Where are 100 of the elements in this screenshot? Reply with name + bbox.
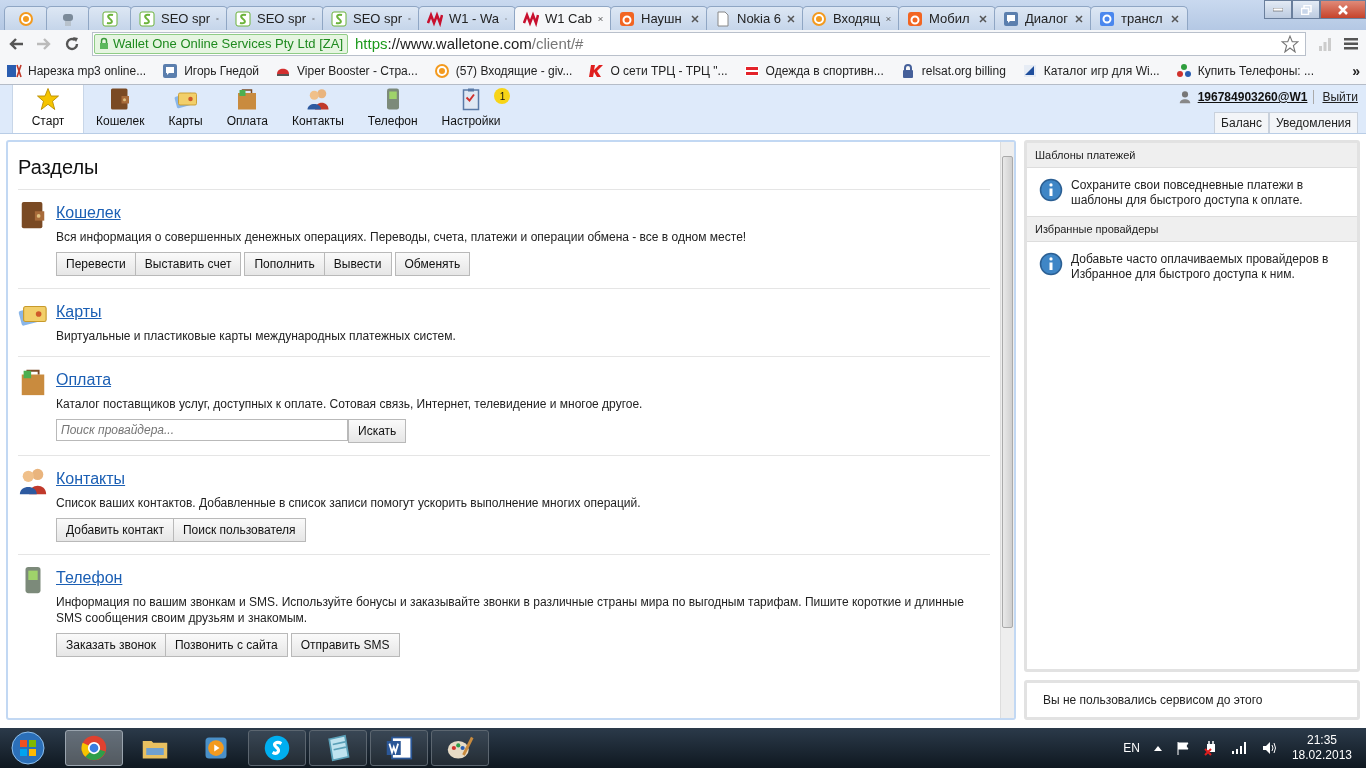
caret-icon[interactable] (1153, 745, 1162, 751)
browser-tab[interactable]: Nokia 6 (706, 6, 804, 30)
panel-heading: Избранные провайдеры (1027, 217, 1357, 242)
action-button[interactable]: Заказать звонок (56, 633, 166, 657)
action-button[interactable]: Обменять (394, 252, 471, 276)
skype-icon (263, 734, 291, 762)
close-icon[interactable] (597, 14, 603, 23)
browser-tab[interactable]: SEO spr (130, 6, 228, 30)
signal-icon[interactable] (1231, 742, 1248, 754)
bookmark[interactable]: (57) Входящие - giv... (433, 62, 573, 79)
bookmark[interactable]: Купить Телефоны: ... (1175, 62, 1315, 79)
start-button[interactable] (8, 728, 48, 768)
taskbar-app[interactable] (248, 730, 306, 766)
action-button[interactable]: Позвонить с сайта (165, 633, 288, 657)
people-icon (18, 466, 48, 496)
scrollbar[interactable] (1000, 142, 1014, 718)
at-sign-icon (18, 10, 34, 27)
close-icon[interactable] (979, 14, 987, 23)
nav-tab[interactable]: Оплата (214, 85, 280, 133)
flag-icon[interactable] (1175, 741, 1190, 755)
nav-tab[interactable]: Контакты (280, 85, 356, 133)
bookmark[interactable]: relsat.org billing (899, 62, 1006, 79)
close-icon[interactable] (886, 14, 891, 23)
browser-tab[interactable]: Мобил (898, 6, 996, 30)
ring-logo-icon (907, 10, 923, 27)
browser-tab[interactable]: W1 - Wa (418, 6, 516, 30)
section-description: Информация по вашим звонкам и SMS. Используйте бонусы и заказывайте звонки в различные страны мира по выгодным тарифам. Пишите короткие и длинные SMS сообщения своим друзьям и знакомым. (56, 594, 965, 626)
speech-bubble-icon (162, 62, 179, 79)
address-bar[interactable]: Wallet One Online Services Pty Ltd [ZA] https://www.walletone.com/client/# (92, 31, 1306, 56)
section-link[interactable]: Кошелек (56, 204, 747, 222)
search-button[interactable]: Искать (348, 419, 407, 443)
section-link[interactable]: Контакты (56, 470, 641, 488)
taskbar-app[interactable] (370, 730, 428, 766)
browser-tab[interactable]: Входящ (802, 6, 900, 30)
more-bookmarks[interactable]: » (1352, 62, 1360, 79)
action-button[interactable]: Пополнить (244, 252, 325, 276)
action-button[interactable]: Добавить контакт (56, 518, 174, 542)
bookmark[interactable]: Нарезка mp3 online... (6, 62, 147, 79)
history-note: Вы не пользовались сервисом до этого (1024, 680, 1360, 720)
browser-tab[interactable]: трансл (1090, 6, 1188, 30)
star-icon[interactable] (1281, 34, 1299, 53)
menu-icon[interactable] (1344, 37, 1358, 50)
dollar-icon (139, 10, 155, 27)
minimize-button[interactable] (1264, 0, 1292, 19)
nav-tab[interactable]: Старт (12, 85, 84, 133)
action-button[interactable]: Поиск пользователя (173, 518, 306, 542)
close-icon[interactable] (1171, 14, 1179, 23)
security-badge[interactable]: Wallet One Online Services Pty Ltd [ZA] (94, 33, 348, 54)
section-description: Вся информация о совершенных денежных операциях. Переводы, счета, платежи и операции обмена - все в одном месте! (56, 229, 747, 245)
section-link[interactable]: Карты (56, 303, 456, 321)
nav-tab[interactable]: Настройки 1 (429, 85, 513, 133)
speech-bubble-icon (1003, 10, 1019, 27)
section-link[interactable]: Телефон (56, 569, 990, 587)
speaker-icon[interactable] (1261, 741, 1278, 755)
bookmark[interactable]: О сети ТРЦ - ТРЦ "... (588, 62, 728, 79)
close-icon[interactable] (787, 14, 795, 23)
bookmark[interactable]: Игорь Гнедой (162, 62, 260, 79)
nav-tab[interactable]: Телефон (355, 85, 430, 133)
bookmark[interactable]: Viper Booster - Стра... (275, 62, 418, 79)
power-plug-icon[interactable] (1203, 740, 1218, 756)
panel-tab[interactable]: Баланс (1214, 112, 1269, 133)
section-link[interactable]: Оплата (56, 371, 643, 389)
colored-dots-icon (1175, 62, 1192, 79)
browser-tab[interactable]: Диалог (994, 6, 1092, 30)
action-button[interactable]: Вывести (324, 252, 392, 276)
close-button[interactable] (1320, 0, 1366, 19)
restore-icon (1300, 4, 1312, 15)
panel-tab[interactable]: Уведомления (1268, 112, 1358, 133)
close-icon (1338, 4, 1348, 15)
at-sign-icon (433, 62, 450, 79)
action-button[interactable]: Выставить счет (135, 252, 242, 276)
nav-tab[interactable]: Карты (156, 85, 215, 133)
clock[interactable]: 21:35 18.02.2013 (1291, 733, 1352, 763)
info-icon (1039, 252, 1063, 276)
identity-text: Wallet One Online Services Pty Ltd [ZA] (113, 36, 343, 51)
browser-tab[interactable] (46, 6, 90, 30)
action-button[interactable]: Перевести (56, 252, 136, 276)
bookmark[interactable]: Одежда в спортивн... (743, 62, 884, 79)
close-icon[interactable] (1075, 14, 1083, 23)
restore-button[interactable] (1292, 0, 1320, 19)
back-icon[interactable] (8, 36, 24, 51)
close-icon[interactable] (691, 14, 699, 23)
language-indicator[interactable]: EN (1123, 741, 1140, 755)
section-description: Каталог поставщиков услуг, доступных к оплате. Сотовая связь, Интернет, телевидение и многое другое. (56, 396, 643, 412)
notification-badge: 1 (494, 88, 511, 104)
browser-tab[interactable]: SEO spr (226, 6, 324, 30)
taskbar-app[interactable] (431, 730, 489, 766)
logout-link[interactable]: Выйти (1313, 90, 1358, 104)
browser-tab[interactable]: Наушн (610, 6, 708, 30)
browser-tab[interactable]: SEO spr (322, 6, 420, 30)
reload-icon[interactable] (64, 35, 80, 52)
account-link[interactable]: 196784903260@W1 (1197, 90, 1308, 104)
bookmark[interactable]: Каталог игр для Wi... (1021, 62, 1160, 79)
taskbar-app[interactable] (309, 730, 367, 766)
provider-search-field[interactable]: Поиск провайдера... (56, 419, 348, 441)
nav-tab[interactable]: Кошелек (84, 85, 157, 133)
zigzag-icon (523, 10, 539, 27)
browser-tab[interactable]: W1 Cab (514, 6, 612, 30)
action-button[interactable]: Отправить SMS (290, 633, 400, 657)
section-description: Виртуальные и пластиковые карты международных платежных систем. (56, 328, 456, 344)
